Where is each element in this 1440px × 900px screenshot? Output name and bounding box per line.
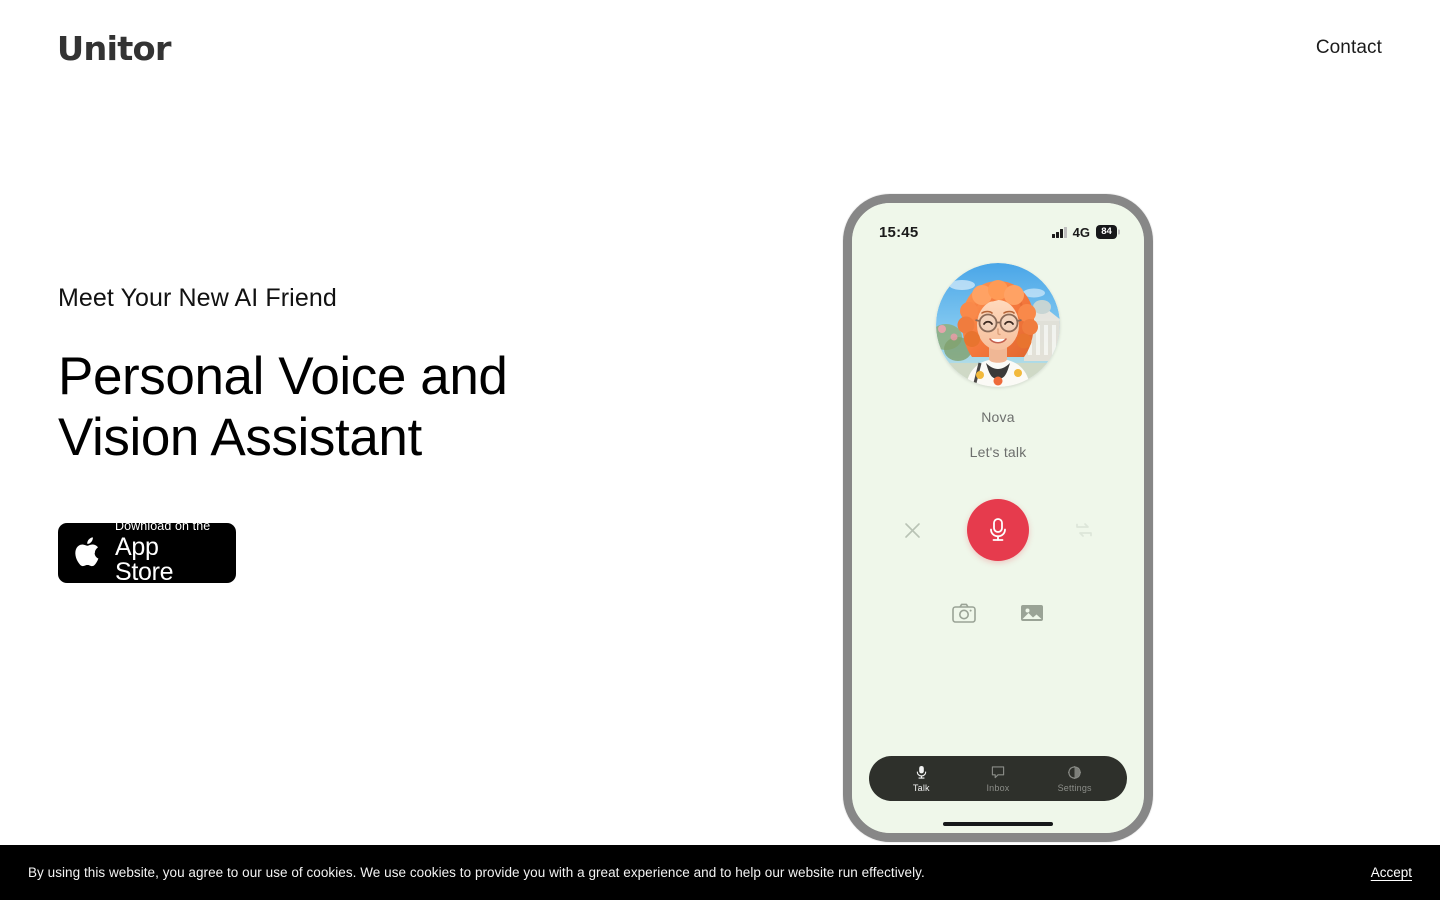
nav-tab-inbox[interactable]: Inbox bbox=[960, 765, 1037, 793]
avatar[interactable] bbox=[936, 263, 1060, 387]
home-indicator bbox=[943, 822, 1053, 826]
microphone-icon bbox=[916, 765, 927, 779]
signal-bars-icon bbox=[1052, 226, 1067, 238]
record-mic-button[interactable] bbox=[967, 499, 1029, 561]
appstore-big-label: App Store bbox=[115, 532, 174, 586]
hero-eyebrow: Meet Your New AI Friend bbox=[58, 284, 337, 312]
phone-bottom-nav: Talk Inbox Settings bbox=[869, 756, 1127, 801]
nav-tab-talk-label: Talk bbox=[912, 782, 930, 793]
nav-tab-talk[interactable]: Talk bbox=[883, 765, 960, 793]
phone-mockup: 15:45 4G 84 Nova Let's talk Talk Inbox S… bbox=[843, 194, 1153, 842]
appstore-small-label: Download on the bbox=[115, 519, 211, 534]
speech-bubble-icon bbox=[991, 765, 1005, 778]
gear-icon bbox=[1068, 765, 1082, 779]
network-label: 4G bbox=[1072, 224, 1090, 240]
media-input-row bbox=[852, 603, 1144, 623]
hero-section: Meet Your New AI Friend Personal Voice a… bbox=[0, 0, 1440, 845]
phone-status-bar: 15:45 4G 84 bbox=[852, 203, 1144, 251]
hero-copy: Meet Your New AI Friend Personal Voice a… bbox=[58, 283, 698, 586]
page-title: Personal Voice and Vision Assistant bbox=[58, 347, 508, 468]
cookie-banner-text: By using this website, you agree to our … bbox=[28, 865, 925, 880]
nav-tab-settings-label: Settings bbox=[1057, 782, 1092, 793]
avatar-container bbox=[852, 263, 1144, 387]
nav-tab-settings[interactable]: Settings bbox=[1036, 765, 1113, 793]
swap-arrows-icon[interactable] bbox=[1071, 517, 1097, 543]
cookie-accept-button[interactable]: Accept bbox=[1371, 865, 1412, 880]
phone-screen: 15:45 4G 84 Nova Let's talk Talk Inbox S… bbox=[852, 203, 1144, 833]
apple-logo-icon bbox=[74, 534, 104, 570]
status-time: 15:45 bbox=[879, 223, 919, 241]
call-controls bbox=[852, 499, 1144, 561]
close-x-icon[interactable] bbox=[899, 517, 925, 543]
nav-tab-inbox-label: Inbox bbox=[986, 782, 1010, 793]
battery-icon: 84 bbox=[1096, 225, 1117, 239]
assistant-status: Let's talk bbox=[969, 444, 1027, 460]
camera-icon[interactable] bbox=[952, 603, 976, 623]
cookie-consent-banner: By using this website, you agree to our … bbox=[0, 845, 1440, 900]
appstore-download-button[interactable]: Download on the App Store bbox=[58, 519, 236, 586]
image-gallery-icon[interactable] bbox=[1020, 603, 1044, 623]
assistant-name: Nova bbox=[981, 409, 1015, 425]
microphone-icon bbox=[990, 518, 1006, 541]
